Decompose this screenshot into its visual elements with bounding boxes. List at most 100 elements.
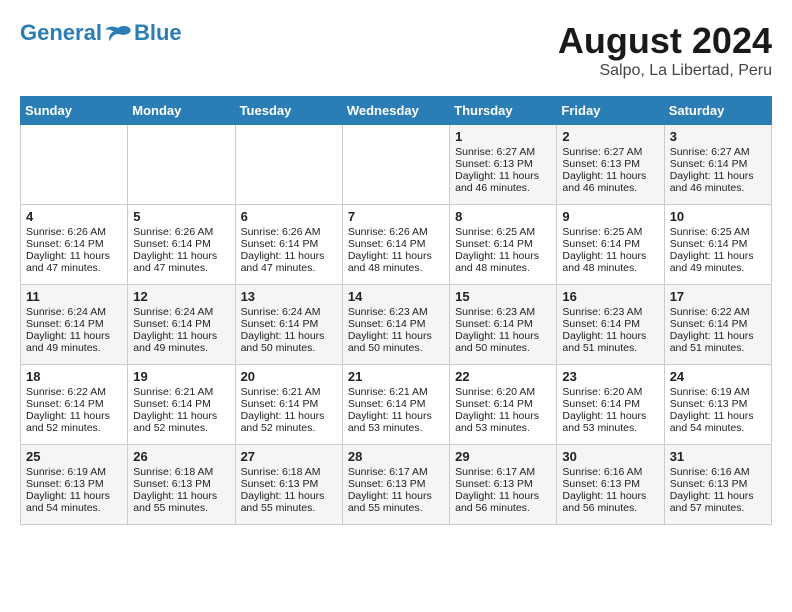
day-info: Sunset: 6:14 PM	[455, 398, 551, 410]
day-info: and 47 minutes.	[133, 262, 229, 274]
day-info: and 51 minutes.	[670, 342, 766, 354]
day-info: Sunrise: 6:23 AM	[455, 306, 551, 318]
day-info: Daylight: 11 hours	[26, 330, 122, 342]
day-number: 24	[670, 369, 766, 384]
calendar-week-row: 25Sunrise: 6:19 AMSunset: 6:13 PMDayligh…	[21, 445, 772, 525]
day-info: and 50 minutes.	[455, 342, 551, 354]
logo-blue: Blue	[134, 20, 182, 46]
day-info: Sunset: 6:14 PM	[348, 398, 444, 410]
day-header-wednesday: Wednesday	[342, 97, 449, 125]
day-number: 12	[133, 289, 229, 304]
day-info: Daylight: 11 hours	[241, 330, 337, 342]
calendar-week-row: 1Sunrise: 6:27 AMSunset: 6:13 PMDaylight…	[21, 125, 772, 205]
calendar-cell: 16Sunrise: 6:23 AMSunset: 6:14 PMDayligh…	[557, 285, 664, 365]
day-info: and 48 minutes.	[455, 262, 551, 274]
calendar-cell: 30Sunrise: 6:16 AMSunset: 6:13 PMDayligh…	[557, 445, 664, 525]
day-info: Sunrise: 6:26 AM	[26, 226, 122, 238]
day-info: Sunrise: 6:27 AM	[562, 146, 658, 158]
month-year-title: August 2024	[558, 20, 772, 62]
day-info: and 46 minutes.	[670, 182, 766, 194]
calendar-cell: 19Sunrise: 6:21 AMSunset: 6:14 PMDayligh…	[128, 365, 235, 445]
day-info: Sunset: 6:13 PM	[562, 478, 658, 490]
day-info: Daylight: 11 hours	[348, 330, 444, 342]
day-info: Daylight: 11 hours	[348, 410, 444, 422]
day-info: Sunset: 6:14 PM	[133, 318, 229, 330]
day-info: and 49 minutes.	[133, 342, 229, 354]
day-info: Daylight: 11 hours	[670, 330, 766, 342]
calendar-cell: 17Sunrise: 6:22 AMSunset: 6:14 PMDayligh…	[664, 285, 771, 365]
day-info: Sunset: 6:14 PM	[670, 318, 766, 330]
calendar-cell	[128, 125, 235, 205]
day-info: and 49 minutes.	[670, 262, 766, 274]
day-info: and 55 minutes.	[241, 502, 337, 514]
calendar-cell: 11Sunrise: 6:24 AMSunset: 6:14 PMDayligh…	[21, 285, 128, 365]
day-info: and 48 minutes.	[562, 262, 658, 274]
day-info: and 56 minutes.	[562, 502, 658, 514]
calendar-cell: 1Sunrise: 6:27 AMSunset: 6:13 PMDaylight…	[450, 125, 557, 205]
calendar-week-row: 18Sunrise: 6:22 AMSunset: 6:14 PMDayligh…	[21, 365, 772, 445]
day-info: Daylight: 11 hours	[241, 490, 337, 502]
day-info: Sunrise: 6:21 AM	[348, 386, 444, 398]
calendar-cell: 7Sunrise: 6:26 AMSunset: 6:14 PMDaylight…	[342, 205, 449, 285]
day-number: 29	[455, 449, 551, 464]
day-info: Sunset: 6:14 PM	[562, 318, 658, 330]
day-info: Daylight: 11 hours	[455, 490, 551, 502]
day-info: Sunrise: 6:26 AM	[348, 226, 444, 238]
day-info: and 50 minutes.	[241, 342, 337, 354]
day-info: Sunrise: 6:20 AM	[455, 386, 551, 398]
day-info: Sunrise: 6:25 AM	[455, 226, 551, 238]
day-info: Sunset: 6:13 PM	[26, 478, 122, 490]
calendar-cell: 28Sunrise: 6:17 AMSunset: 6:13 PMDayligh…	[342, 445, 449, 525]
day-info: Sunset: 6:14 PM	[455, 318, 551, 330]
day-info: and 47 minutes.	[241, 262, 337, 274]
day-info: Daylight: 11 hours	[455, 330, 551, 342]
day-header-sunday: Sunday	[21, 97, 128, 125]
calendar-cell: 6Sunrise: 6:26 AMSunset: 6:14 PMDaylight…	[235, 205, 342, 285]
day-info: Sunrise: 6:21 AM	[133, 386, 229, 398]
day-info: and 46 minutes.	[562, 182, 658, 194]
day-info: Sunset: 6:14 PM	[26, 238, 122, 250]
day-info: Daylight: 11 hours	[26, 250, 122, 262]
calendar-cell	[342, 125, 449, 205]
day-info: Sunset: 6:14 PM	[26, 398, 122, 410]
day-info: Sunset: 6:14 PM	[562, 238, 658, 250]
calendar-cell: 10Sunrise: 6:25 AMSunset: 6:14 PMDayligh…	[664, 205, 771, 285]
calendar-header-row: SundayMondayTuesdayWednesdayThursdayFrid…	[21, 97, 772, 125]
day-info: Daylight: 11 hours	[133, 410, 229, 422]
day-info: Sunset: 6:14 PM	[348, 238, 444, 250]
day-info: and 52 minutes.	[26, 422, 122, 434]
day-info: Daylight: 11 hours	[562, 170, 658, 182]
day-info: Sunrise: 6:23 AM	[348, 306, 444, 318]
day-info: Daylight: 11 hours	[562, 250, 658, 262]
day-info: Sunrise: 6:19 AM	[26, 466, 122, 478]
day-info: Daylight: 11 hours	[670, 170, 766, 182]
logo: General Blue	[20, 20, 182, 46]
day-info: and 57 minutes.	[670, 502, 766, 514]
title-block: August 2024 Salpo, La Libertad, Peru	[558, 20, 772, 80]
day-info: and 53 minutes.	[348, 422, 444, 434]
calendar-cell: 25Sunrise: 6:19 AMSunset: 6:13 PMDayligh…	[21, 445, 128, 525]
day-header-thursday: Thursday	[450, 97, 557, 125]
day-info: Sunset: 6:13 PM	[455, 478, 551, 490]
page-header: General Blue August 2024 Salpo, La Liber…	[20, 20, 772, 80]
calendar-table: SundayMondayTuesdayWednesdayThursdayFrid…	[20, 96, 772, 525]
calendar-week-row: 4Sunrise: 6:26 AMSunset: 6:14 PMDaylight…	[21, 205, 772, 285]
day-info: Sunset: 6:14 PM	[133, 398, 229, 410]
day-info: Daylight: 11 hours	[133, 490, 229, 502]
day-header-tuesday: Tuesday	[235, 97, 342, 125]
day-info: Sunrise: 6:23 AM	[562, 306, 658, 318]
day-info: Daylight: 11 hours	[26, 490, 122, 502]
day-info: and 51 minutes.	[562, 342, 658, 354]
day-number: 1	[455, 129, 551, 144]
day-info: Sunrise: 6:22 AM	[26, 386, 122, 398]
day-info: Daylight: 11 hours	[455, 250, 551, 262]
logo-bird-icon	[104, 24, 132, 46]
day-number: 10	[670, 209, 766, 224]
day-info: and 47 minutes.	[26, 262, 122, 274]
day-info: Sunset: 6:14 PM	[455, 238, 551, 250]
day-number: 7	[348, 209, 444, 224]
day-info: and 52 minutes.	[241, 422, 337, 434]
day-number: 11	[26, 289, 122, 304]
day-info: and 54 minutes.	[670, 422, 766, 434]
day-info: Daylight: 11 hours	[133, 250, 229, 262]
